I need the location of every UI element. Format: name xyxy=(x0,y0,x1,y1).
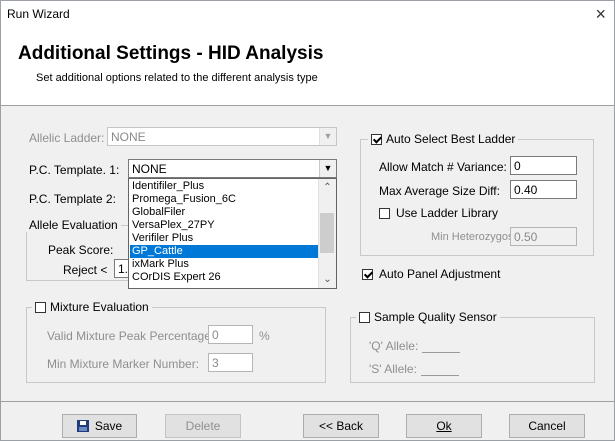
sample-quality-checkbox[interactable] xyxy=(359,311,370,323)
s-allele-blank xyxy=(420,364,459,376)
template-dropdown-list: Identifiler_Plus Promega_Fusion_6C Globa… xyxy=(128,178,337,289)
list-item[interactable]: Promega_Fusion_6C xyxy=(130,193,320,206)
auto-select-legend: Auto Select Best Ladder xyxy=(368,132,519,146)
allelic-ladder-select[interactable]: NONE ▼ xyxy=(107,127,337,146)
list-item[interactable]: GlobalFiler xyxy=(130,206,320,219)
footer-divider xyxy=(1,401,614,402)
allelic-ladder-value: NONE xyxy=(111,130,146,144)
list-item-selected[interactable]: GP_Cattle xyxy=(130,245,320,258)
pc-template-2-label: P.C. Template 2: xyxy=(29,192,116,206)
save-button-label: Save xyxy=(94,419,123,433)
list-item[interactable]: COrDIS Expert 26 xyxy=(130,271,320,284)
allelic-ladder-label: Allelic Ladder: xyxy=(29,131,105,145)
allele-evaluation-title: Allele Evaluation xyxy=(26,218,121,232)
use-ladder-library-checkbox[interactable] xyxy=(379,208,390,219)
list-item[interactable]: ixMark Plus xyxy=(130,258,320,271)
mixture-checkbox[interactable] xyxy=(35,301,46,313)
sample-quality-legend: Sample Quality Sensor xyxy=(356,310,500,324)
close-icon[interactable]: × xyxy=(595,4,606,24)
chevron-down-icon[interactable]: ⌄ xyxy=(319,271,336,288)
q-allele-label: 'Q' Allele: xyxy=(369,339,461,353)
mixture-title: Mixture Evaluation xyxy=(50,300,149,314)
pc-template-1-select[interactable]: NONE ▼ xyxy=(128,159,337,178)
valid-mixture-input[interactable]: 0 xyxy=(208,325,253,344)
mixture-legend: Mixture Evaluation xyxy=(32,300,152,314)
delete-button-label: Delete xyxy=(185,419,221,433)
auto-select-label: Auto Select Best Ladder xyxy=(386,132,516,146)
max-avg-size-input[interactable]: 0.40 xyxy=(510,180,577,199)
auto-panel-label: Auto Panel Adjustment xyxy=(379,267,501,281)
valid-mixture-label: Valid Mixture Peak Percentage: xyxy=(47,329,215,343)
max-avg-size-label: Max Average Size Diff: xyxy=(379,184,500,198)
percent-unit: % xyxy=(259,329,270,343)
back-button[interactable]: << Back xyxy=(303,414,379,438)
run-wizard-window: Run Wizard × Additional Settings - HID A… xyxy=(0,0,615,441)
floppy-disk-icon xyxy=(76,420,89,432)
title-bar: Run Wizard × xyxy=(1,1,614,29)
pc-template-1-label: P.C. Template. 1: xyxy=(29,163,120,177)
chevron-down-icon: ▼ xyxy=(319,160,336,177)
use-ladder-library-label: Use Ladder Library xyxy=(396,206,499,220)
mixture-evaluation-group: Mixture Evaluation xyxy=(26,300,326,383)
back-button-label: << Back xyxy=(318,419,364,433)
auto-panel-checkbox[interactable] xyxy=(362,269,373,280)
min-heterozygosity-input[interactable]: 0.50 xyxy=(510,227,577,246)
list-item[interactable]: VersaPlex_27PY xyxy=(130,219,320,232)
peak-score-label: Peak Score: xyxy=(48,243,114,257)
min-mixture-input[interactable]: 3 xyxy=(208,353,253,372)
allow-match-input[interactable]: 0 xyxy=(510,156,577,175)
cancel-button-label: Cancel xyxy=(528,419,566,433)
ok-button-label: Ok xyxy=(436,419,452,433)
page-subtitle: Set additional options related to the di… xyxy=(36,72,318,84)
min-mixture-label: Min Mixture Marker Number: xyxy=(47,357,200,371)
auto-select-checkbox[interactable] xyxy=(371,133,382,145)
pc-template-1-value: NONE xyxy=(132,162,167,176)
list-scrollbar[interactable]: ⌃ ⌄ xyxy=(318,179,336,288)
sample-quality-title: Sample Quality Sensor xyxy=(374,310,497,324)
allow-match-label: Allow Match # Variance: xyxy=(379,160,507,174)
chevron-down-icon: ▼ xyxy=(319,128,336,145)
scrollbar-thumb[interactable] xyxy=(320,213,334,253)
s-allele-label: 'S' Allele: xyxy=(369,362,459,376)
wizard-header: Additional Settings - HID Analysis Set a… xyxy=(1,29,614,106)
delete-button[interactable]: Delete xyxy=(165,414,241,438)
q-allele-blank xyxy=(422,341,461,353)
page-title: Additional Settings - HID Analysis xyxy=(18,43,324,64)
cancel-button[interactable]: Cancel xyxy=(509,414,585,438)
reject-label: Reject < xyxy=(63,263,108,277)
save-button[interactable]: Save xyxy=(62,414,137,438)
window-title: Run Wizard xyxy=(7,7,70,21)
chevron-up-icon[interactable]: ⌃ xyxy=(319,179,336,196)
list-item[interactable]: Identifiler_Plus xyxy=(130,180,320,193)
list-item[interactable]: Verifiler Plus xyxy=(130,232,320,245)
ok-button[interactable]: Ok xyxy=(406,414,482,438)
